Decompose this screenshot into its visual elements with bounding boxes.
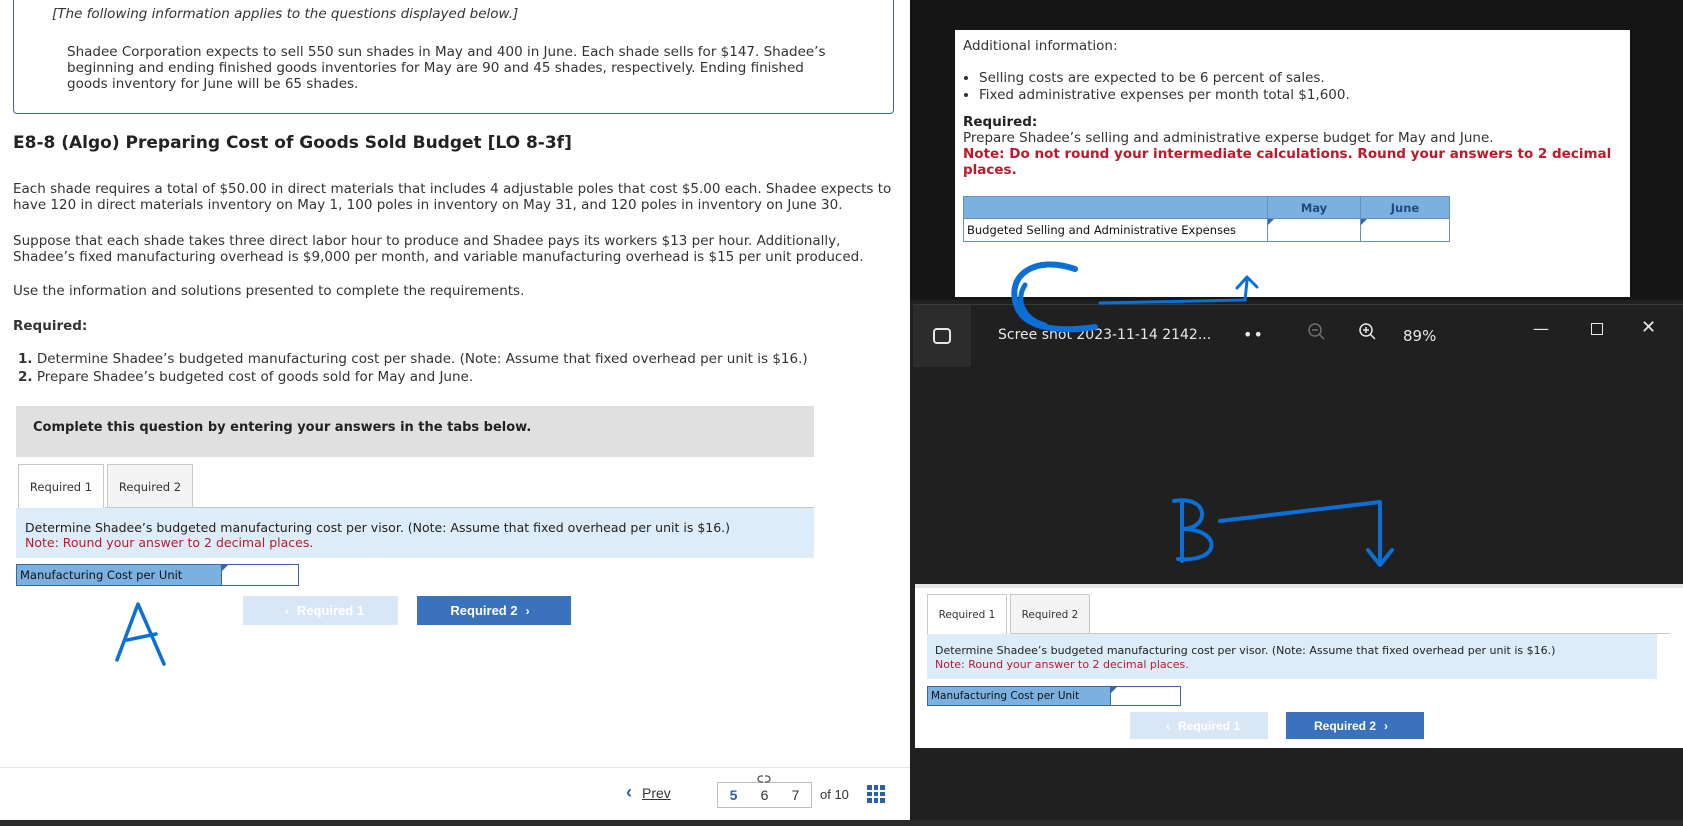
embedded-tab-required-2[interactable]: Required 2: [1010, 594, 1090, 634]
app-icon: [913, 305, 971, 367]
requirement-tabs: Required 1 Required 2: [18, 464, 196, 508]
page-7[interactable]: 7: [792, 787, 800, 803]
embedded-instruction-text: Determine Shadee’s budgeted manufacturin…: [935, 644, 1556, 657]
embedded-next-label: Required 2: [1313, 718, 1376, 733]
question-panel: [The following information applies to th…: [0, 0, 910, 826]
embedded-top-bar: [915, 584, 1683, 588]
additional-prepare-text: Prepare Shadee’s selling and administrat…: [963, 130, 1494, 146]
req-1-text: Determine Shadee’s budgeted manufacturin…: [36, 351, 808, 367]
requirements-list: 1. Determine Shadee’s budgeted manufactu…: [18, 350, 808, 386]
mfg-cost-input[interactable]: [222, 564, 299, 586]
embedded-prev-label: Required 1: [1177, 718, 1240, 733]
embedded-next-button[interactable]: Required 2 ›: [1286, 712, 1424, 739]
instruction-note: Note: Round your answer to 2 decimal pla…: [25, 535, 314, 550]
taskbar-edge: [0, 820, 1683, 826]
question-para-2: Suppose that each shade takes three dire…: [13, 233, 864, 265]
next-required-label: Required 2: [450, 603, 518, 618]
req-2-number: 2.: [18, 369, 33, 385]
required-heading: Required:: [13, 318, 88, 334]
question-para-1: Each shade requires a total of $50.00 in…: [13, 181, 892, 213]
embedded-prev-button[interactable]: ‹ Required 1: [1130, 712, 1268, 739]
bullet-fixed-admin: Fixed administrative expenses per month …: [979, 87, 1622, 104]
page-selector: 5 6 7: [717, 782, 812, 808]
question-para-3: Use the information and solutions presen…: [13, 283, 525, 299]
annotation-c: [1011, 261, 1259, 333]
image-viewer: Additional information: Selling costs ar…: [910, 0, 1683, 826]
prev-required-button[interactable]: ‹ Required 1: [243, 596, 398, 625]
link-icon: [757, 775, 771, 783]
close-icon[interactable]: ✕: [1641, 317, 1656, 338]
page-count: of 10: [820, 787, 849, 802]
instruction-text: Determine Shadee’s budgeted manufacturin…: [25, 520, 731, 535]
embedded-instruction-box: Determine Shadee’s budgeted manufacturin…: [927, 634, 1657, 679]
table-header-blank: [963, 196, 1268, 219]
tab-required-1[interactable]: Required 1: [18, 464, 104, 508]
zoom-out-icon[interactable]: [1308, 323, 1326, 346]
embedded-mfg-input[interactable]: [1111, 686, 1181, 706]
maximize-icon[interactable]: [1591, 323, 1603, 335]
minimize-icon[interactable]: —: [1533, 319, 1549, 338]
chevron-right-icon: ›: [525, 603, 530, 618]
req-2-text: Prepare Shadee’s budgeted cost of goods …: [36, 369, 474, 385]
page-6[interactable]: 6: [761, 787, 769, 803]
budget-table: May June Budgeted Selling and Administra…: [963, 196, 1450, 242]
instruction-box: Determine Shadee’s budgeted manufacturin…: [16, 508, 814, 558]
embedded-tab-required-1[interactable]: Required 1: [927, 594, 1007, 634]
may-input[interactable]: [1267, 218, 1361, 242]
row-label-budgeted-expenses: Budgeted Selling and Administrative Expe…: [963, 218, 1268, 242]
additional-bullets: Selling costs are expected to be 6 perce…: [979, 70, 1622, 104]
bullet-selling-costs: Selling costs are expected to be 6 perce…: [979, 70, 1622, 87]
tab-required-2[interactable]: Required 2: [107, 464, 193, 508]
additional-required-heading: Required:: [963, 114, 1038, 130]
page-5[interactable]: 5: [730, 787, 738, 803]
info-intro: [The following information applies to th…: [52, 6, 519, 22]
zoom-level: 89%: [1403, 327, 1437, 345]
prev-page-label: Prev: [642, 784, 671, 801]
annotation-a: [115, 602, 166, 666]
chevron-left-icon: ‹: [1165, 718, 1170, 733]
info-text: Shadee Corporation expects to sell 550 s…: [67, 44, 826, 92]
zoom-in-icon[interactable]: [1359, 323, 1377, 346]
req-1-number: 1.: [18, 351, 33, 367]
grid-icon[interactable]: [867, 785, 885, 803]
annotation-b: [1172, 498, 1394, 567]
mfg-cost-row: Manufacturing Cost per Unit: [16, 564, 299, 586]
mfg-cost-label: Manufacturing Cost per Unit: [16, 564, 222, 586]
complete-text: Complete this question by entering your …: [33, 420, 532, 435]
prev-required-label: Required 1: [296, 603, 365, 618]
additional-note: Note: Do not round your intermediate cal…: [963, 146, 1612, 178]
footer-divider: [0, 767, 910, 768]
chevron-left-icon: ‹: [626, 782, 632, 802]
embedded-tabs: Required 1 Required 2: [927, 594, 1093, 634]
info-box: [The following information applies to th…: [13, 0, 894, 114]
prev-page-link[interactable]: ‹ Prev: [626, 782, 671, 803]
col-header-may: May: [1267, 196, 1361, 219]
complete-banner: Complete this question by entering your …: [16, 406, 814, 457]
col-header-june: June: [1360, 196, 1450, 219]
embedded-instruction-note: Note: Round your answer to 2 decimal pla…: [935, 658, 1189, 671]
question-title: E8-8 (Algo) Preparing Cost of Goods Sold…: [13, 133, 572, 153]
embedded-mfg-row: Manufacturing Cost per Unit: [927, 686, 1181, 706]
next-required-button[interactable]: Required 2 ›: [417, 596, 571, 625]
chevron-right-icon: ›: [1384, 718, 1388, 733]
additional-heading: Additional information:: [963, 38, 1118, 54]
june-input[interactable]: [1360, 218, 1450, 242]
embedded-mfg-label: Manufacturing Cost per Unit: [927, 686, 1111, 706]
embedded-screenshot: Required 1 Required 2 Determine Shadee’s…: [915, 584, 1683, 748]
chevron-left-icon: ‹: [284, 603, 289, 618]
